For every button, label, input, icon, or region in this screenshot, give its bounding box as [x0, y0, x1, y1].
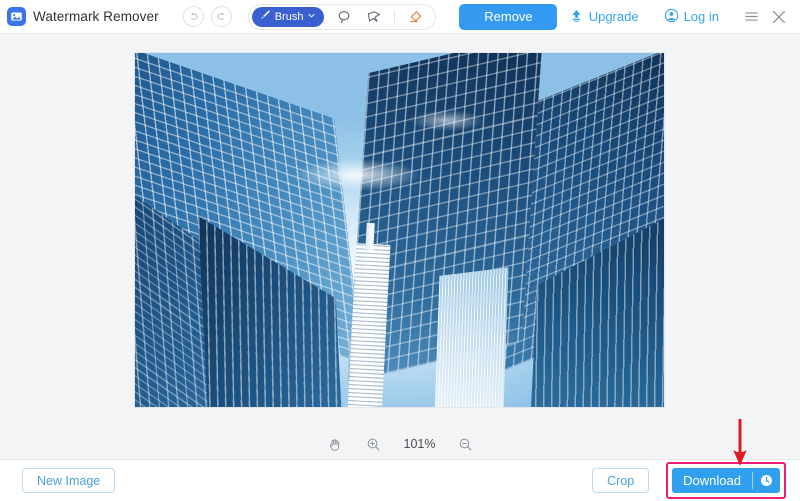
watermark-remover-window: Watermark Remover Brush Remove Upgrade L…: [0, 0, 800, 501]
photo-cloud-1: [293, 159, 421, 192]
tool-group: Brush: [247, 3, 437, 30]
undo-icon[interactable]: [182, 6, 204, 27]
hand-pan-icon[interactable]: [325, 434, 345, 454]
edited-image[interactable]: [135, 53, 664, 407]
canvas-area[interactable]: 101%: [0, 34, 800, 460]
brand: Watermark Remover: [7, 7, 159, 26]
photo-cloud-2: [410, 109, 485, 131]
crop-button[interactable]: Crop: [592, 468, 650, 493]
download-button[interactable]: Download: [672, 468, 780, 493]
remove-button[interactable]: Remove: [459, 3, 558, 30]
zoom-controls: 101%: [0, 431, 800, 457]
bottom-action-bar: New Image Crop Download: [0, 460, 800, 501]
hamburger-menu-icon[interactable]: [738, 4, 764, 30]
download-label: Download: [683, 473, 741, 488]
user-circle-icon: [664, 8, 679, 26]
download-highlight-box: Download: [666, 462, 786, 499]
app-title: Watermark Remover: [33, 9, 159, 24]
upgrade-button[interactable]: Upgrade: [569, 8, 639, 26]
lasso-icon[interactable]: [334, 7, 354, 27]
brush-label: Brush: [274, 10, 304, 23]
photo-building-center-2: [434, 267, 508, 407]
bottom-right-actions: Crop Download: [592, 462, 786, 499]
zoom-level-label: 101%: [403, 437, 436, 451]
photo-building-spire-top: [365, 222, 376, 252]
toolbar-divider: [394, 9, 396, 24]
zoom-out-icon[interactable]: [456, 434, 476, 454]
login-button[interactable]: Log in: [664, 8, 719, 26]
upgrade-label: Upgrade: [588, 9, 639, 24]
brush-icon: [259, 9, 271, 24]
clock-history-icon[interactable]: [753, 468, 780, 493]
history-controls: [182, 6, 232, 27]
account-controls: Upgrade Log in: [569, 4, 792, 30]
upload-arrow-icon: [569, 8, 584, 26]
eraser-icon[interactable]: [405, 7, 425, 27]
close-icon[interactable]: [766, 4, 792, 30]
zoom-in-icon[interactable]: [364, 434, 384, 454]
chevron-down-icon[interactable]: [307, 11, 316, 23]
photo-building-bottom-1: [276, 315, 353, 407]
top-toolbar: Watermark Remover Brush Remove Upgrade L…: [0, 0, 800, 34]
image-logo-icon: [7, 7, 26, 26]
polygon-lasso-icon[interactable]: [364, 7, 384, 27]
redo-icon[interactable]: [210, 6, 232, 27]
login-label: Log in: [683, 9, 719, 24]
new-image-button[interactable]: New Image: [22, 468, 116, 493]
brush-tool-button[interactable]: Brush: [251, 6, 325, 27]
